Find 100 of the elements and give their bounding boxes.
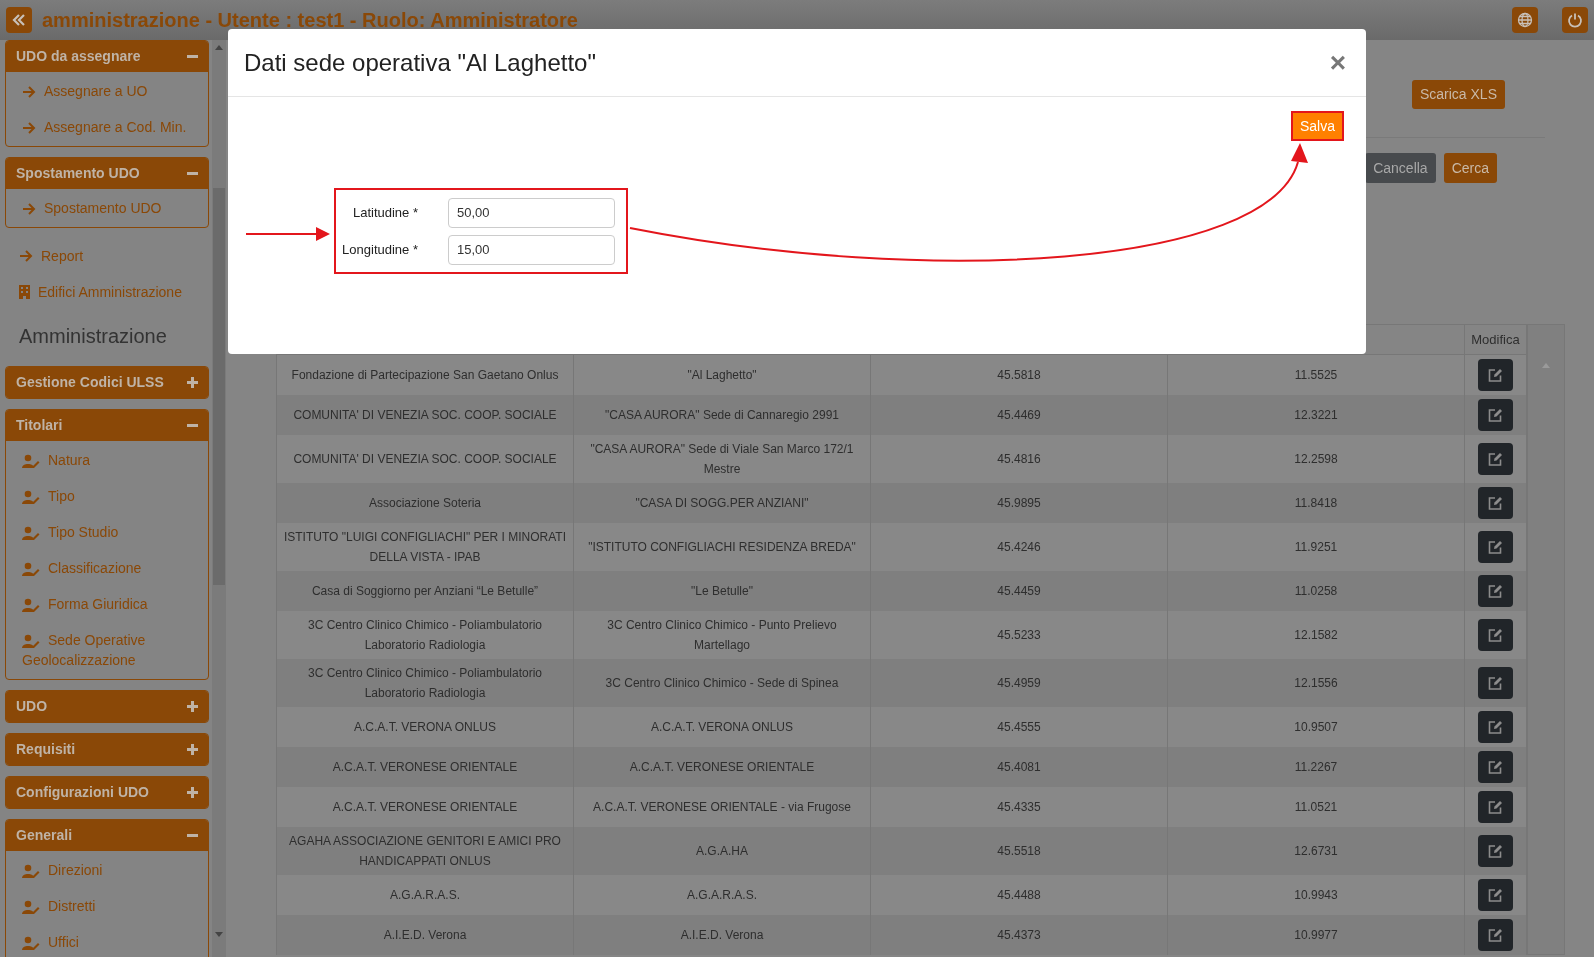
edit-icon bbox=[1488, 408, 1503, 422]
table-cell: 12.3221 bbox=[1294, 408, 1338, 422]
table-cell: COMUNITA' DI VENEZIA SOC. COOP. SOCIALE bbox=[293, 408, 557, 422]
edit-button[interactable] bbox=[1478, 667, 1513, 699]
table-cell: COMUNITA' DI VENEZIA SOC. COOP. SOCIALE bbox=[293, 452, 557, 466]
table-cell: A.G.A.R.A.S. bbox=[390, 888, 460, 902]
edit-button[interactable] bbox=[1478, 531, 1513, 563]
panel-header[interactable]: Requisiti bbox=[6, 734, 208, 765]
edit-icon bbox=[1488, 760, 1503, 774]
table-cell: 10.9507 bbox=[1294, 720, 1338, 734]
menu-item[interactable]: Natura bbox=[6, 442, 208, 478]
table-cell: A.C.A.T. VERONESE ORIENTALE bbox=[332, 800, 518, 814]
power-button[interactable] bbox=[1562, 7, 1588, 33]
table-cell: 45.5518 bbox=[997, 844, 1041, 858]
table-cell: 45.4459 bbox=[997, 584, 1041, 598]
table-cell: 45.5818 bbox=[997, 368, 1041, 382]
minus-icon bbox=[187, 55, 198, 58]
edit-button[interactable] bbox=[1478, 919, 1513, 951]
edit-button[interactable] bbox=[1478, 879, 1513, 911]
edit-button[interactable] bbox=[1478, 487, 1513, 519]
edit-button[interactable] bbox=[1478, 711, 1513, 743]
edit-icon bbox=[1488, 676, 1503, 690]
edit-button[interactable] bbox=[1478, 359, 1513, 391]
input-field[interactable]: 50,00 bbox=[448, 197, 615, 228]
minus-icon bbox=[187, 172, 198, 175]
user-edit-icon bbox=[22, 598, 40, 613]
panel-header[interactable]: Generali bbox=[6, 820, 208, 851]
table-cell: 12.1582 bbox=[1294, 628, 1338, 642]
clear-button[interactable]: Cancella bbox=[1365, 153, 1436, 183]
edit-button[interactable] bbox=[1478, 835, 1513, 867]
user-edit-icon bbox=[22, 526, 40, 541]
edit-button[interactable] bbox=[1478, 443, 1513, 475]
search-button[interactable]: Cerca bbox=[1443, 153, 1497, 183]
menu-item[interactable]: Distretti bbox=[6, 888, 208, 924]
scrollbar-thumb[interactable] bbox=[213, 188, 225, 585]
table-cell: 45.4373 bbox=[997, 928, 1041, 942]
sidebar-scrollbar[interactable] bbox=[212, 40, 226, 957]
menu-link[interactable]: Report bbox=[5, 238, 209, 274]
user-edit-icon bbox=[22, 562, 40, 577]
table-cell: 11.5525 bbox=[1294, 368, 1338, 382]
table-cell: 45.4469 bbox=[997, 408, 1041, 422]
table-cell: 3C Centro Clinico Chimico - Sede di Spinea bbox=[605, 676, 839, 690]
menu-item[interactable]: Spostamento UDO bbox=[6, 190, 208, 226]
edit-button[interactable] bbox=[1478, 791, 1513, 823]
edit-icon bbox=[1488, 628, 1503, 642]
menu-item[interactable]: Tipo bbox=[6, 478, 208, 514]
menu-link[interactable]: Edifici Amministrazione bbox=[5, 274, 209, 310]
save-button[interactable]: Salva bbox=[1290, 111, 1344, 141]
menu-item[interactable]: Assegnare a UO bbox=[6, 73, 208, 109]
menu-item[interactable]: Classificazione bbox=[6, 550, 208, 586]
edit-icon bbox=[1488, 720, 1503, 734]
menu-item[interactable]: Direzioni bbox=[6, 852, 208, 888]
menu-item[interactable]: Tipo Studio bbox=[6, 514, 208, 550]
minus-icon bbox=[187, 834, 198, 837]
table-cell: A.C.A.T. VERONA ONLUS bbox=[353, 720, 496, 734]
collapse-button[interactable] bbox=[6, 7, 32, 33]
edit-button[interactable] bbox=[1478, 619, 1513, 651]
table-cell: 11.2267 bbox=[1294, 760, 1338, 774]
arrow-icon bbox=[22, 86, 36, 99]
table-cell: A.C.A.T. VERONESE ORIENTALE - via Frugose bbox=[593, 800, 851, 814]
field-label: Longitudine * bbox=[341, 240, 419, 259]
panel-header[interactable]: UDO bbox=[6, 691, 208, 722]
table-cell: 45.4246 bbox=[997, 540, 1041, 554]
input-field[interactable]: 15,00 bbox=[448, 234, 615, 265]
arrow-icon bbox=[19, 250, 33, 262]
globe-icon bbox=[1517, 12, 1533, 28]
panel-header[interactable]: Gestione Codici ULSS bbox=[6, 367, 208, 398]
user-edit-icon bbox=[22, 634, 40, 649]
scroll-up-icon bbox=[215, 45, 223, 50]
table-cell: "Le Betulle" bbox=[691, 584, 753, 598]
panel-header[interactable]: Spostamento UDO bbox=[6, 158, 208, 189]
table-cell: 10.9943 bbox=[1294, 888, 1338, 902]
menu-item[interactable]: Sede Operative Geolocalizzazione bbox=[6, 622, 208, 678]
edit-button[interactable] bbox=[1478, 399, 1513, 431]
app-title: amministrazione - Utente : test1 - Ruolo: Amministratore bbox=[42, 8, 578, 33]
close-button[interactable]: × bbox=[1329, 48, 1346, 77]
panel-header[interactable]: Configurazioni UDO bbox=[6, 777, 208, 808]
building-icon bbox=[19, 285, 30, 299]
arrow-icon bbox=[22, 203, 36, 216]
menu-item[interactable]: Uffici bbox=[6, 924, 208, 957]
menu-item[interactable]: Forma Giuridica bbox=[6, 586, 208, 622]
edit-button[interactable] bbox=[1478, 751, 1513, 783]
table-cell: A.G.A.HA bbox=[696, 844, 748, 858]
user-edit-icon bbox=[22, 936, 40, 951]
arrow-icon bbox=[22, 122, 36, 135]
export-button[interactable]: Scarica XLS bbox=[1411, 80, 1505, 109]
user-edit-icon bbox=[22, 900, 40, 915]
modal-title: Dati sede operativa "Al Laghetto" bbox=[244, 47, 596, 78]
table-cell: 3C Centro Clinico Chimico - Punto Prelievo Martellago bbox=[607, 618, 837, 652]
plus-icon bbox=[187, 377, 198, 388]
table-cell: ISTITUTO "LUIGI CONFIGLIACHI" PER I MINORATI DELLA VISTA - IPAB bbox=[283, 530, 567, 564]
table-cell: A.I.E.D. Verona bbox=[680, 928, 764, 942]
panel-header[interactable]: Titolari bbox=[6, 410, 208, 441]
menu-item[interactable]: Assegnare a Cod. Min. bbox=[6, 109, 208, 145]
table-cell: "Al Laghetto" bbox=[687, 368, 757, 382]
language-button[interactable] bbox=[1512, 7, 1538, 33]
table-scrollbar[interactable] bbox=[1527, 324, 1565, 955]
edit-button[interactable] bbox=[1478, 575, 1513, 607]
power-icon bbox=[1567, 12, 1583, 28]
panel-header[interactable]: UDO da assegnare bbox=[6, 41, 208, 72]
